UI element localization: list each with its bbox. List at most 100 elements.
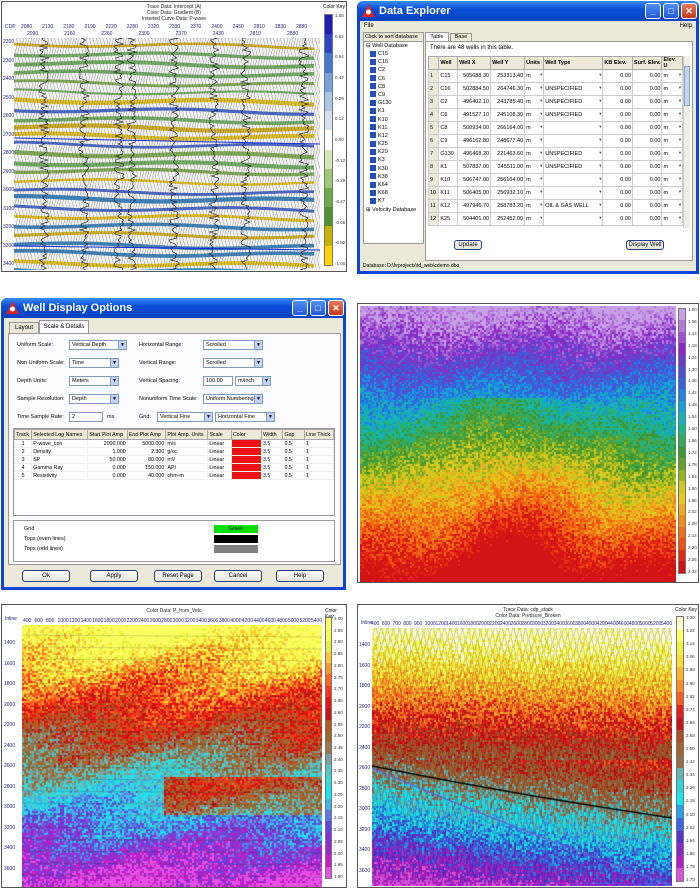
table-cell[interactable]: 2000.000: [87, 439, 128, 448]
color-swatch[interactable]: Red: [230, 455, 263, 464]
table-cell[interactable]: 0.5: [282, 455, 305, 464]
table-cell[interactable]: 80.000: [126, 455, 167, 464]
table-row[interactable]: 4 C6 491527.10 245108.30 m ▼ UNSPECIFIED ▼ 0.00 0…: [428, 108, 683, 122]
table-cell[interactable]: 0.000: [87, 463, 128, 472]
nonuniform-time-scale-select[interactable]: Uniform Numbering ▼: [203, 394, 263, 404]
reset-page-button[interactable]: Reset Page: [154, 570, 202, 582]
tab-layout[interactable]: Layout: [9, 322, 39, 333]
table-row[interactable]: 7 G130 496468.20 221463.60 m ▼ UNSPECIFIED ▼ 0.0…: [428, 147, 683, 161]
table-row[interactable]: 3 C2 496402.10 243785.40 m ▼ UNSPECIFIED ▼ 0.00 0…: [428, 95, 683, 109]
table-row[interactable]: 4 Gamma Ray 0.000 150.000 API Linear Red 3.5 0.5…: [13, 463, 335, 472]
tree-item-well[interactable]: K10: [364, 116, 423, 124]
table-cell[interactable]: API: [165, 463, 209, 472]
tree-item-well[interactable]: K12: [364, 132, 423, 140]
table-cell[interactable]: Linear: [207, 439, 232, 448]
table-cell[interactable]: Linear: [207, 447, 232, 456]
table-cell[interactable]: Linear: [207, 471, 232, 480]
tree-item-well[interactable]: C8: [364, 83, 423, 91]
table-row[interactable]: 2 C16 502884.50 264746.30 m ▼ UNSPECIFIED ▼ 0.00…: [428, 82, 683, 96]
table-row[interactable]: 2 Density 1.900 2.300 g/cc Linear Red 3.5 0.5 1: [13, 447, 335, 456]
time-sample-rate-input[interactable]: 2: [69, 412, 103, 422]
table-cell[interactable]: 2.300: [126, 447, 167, 456]
table-cell[interactable]: 150.000: [126, 463, 167, 472]
column-header[interactable]: Well X: [457, 56, 492, 70]
table-row[interactable]: 11 K12 497946.70 258783.20 m ▼ OIL & GAS WELL ▼…: [428, 199, 683, 213]
table-cell[interactable]: mV: [165, 455, 209, 464]
color-swatch[interactable]: Red: [230, 463, 263, 472]
table-row[interactable]: 3 SP 50.000 80.000 mV Linear Red 3.5 0.5 1: [13, 455, 335, 464]
table-cell[interactable]: m/s: [165, 439, 209, 448]
table-row[interactable]: 1 P-wave_con 2000.000 5000.000 m/s Linear Red 3…: [13, 439, 335, 448]
tree-item-well[interactable]: K25: [364, 140, 423, 148]
tree-item-well[interactable]: C15: [364, 50, 423, 58]
apply-button[interactable]: Apply: [90, 570, 138, 582]
tree-velocity[interactable]: ⊞ Velocity Database: [364, 206, 423, 214]
table-cell[interactable]: Resistivity: [31, 471, 89, 480]
grid-color-swatch[interactable]: [214, 535, 258, 543]
table-row[interactable]: 10 K11 506405.00 256932.10 m ▼ ▼ 0.00 0.00 m ▼: [428, 186, 683, 200]
non-uniform-scale-select[interactable]: Time ▼: [69, 358, 119, 368]
table-row[interactable]: 1 C15 505688.30 253313.40 m ▼ ▼ 0.00 0.00 m ▼: [428, 69, 683, 83]
column-header[interactable]: Well: [438, 56, 459, 70]
cancel-button[interactable]: Cancel: [214, 570, 262, 582]
depth-units-select[interactable]: Meters ▼: [69, 376, 119, 386]
table-cell[interactable]: Gamma Ray: [31, 463, 89, 472]
table-row[interactable]: 6 C9 496162.80 248677.40 m ▼ ▼ 0.00 0.00 m ▼: [428, 134, 683, 148]
color-swatch[interactable]: Red: [230, 439, 263, 448]
table-cell[interactable]: 1: [303, 463, 335, 472]
table-cell[interactable]: 1: [303, 471, 335, 480]
tree-root[interactable]: ⊟ Well Database: [364, 42, 423, 50]
update-button[interactable]: Update: [454, 240, 482, 250]
ok-button[interactable]: Ok: [22, 570, 70, 582]
minimize-button[interactable]: _: [645, 3, 661, 19]
color-swatch[interactable]: Red: [230, 471, 263, 480]
vertical-range-select[interactable]: Scrolled ▼: [203, 358, 263, 368]
table-cell[interactable]: 0.5: [282, 439, 305, 448]
table-cell[interactable]: 1: [303, 447, 335, 456]
column-header[interactable]: [428, 56, 440, 70]
vertical-spacing-input[interactable]: 100.00: [203, 376, 233, 386]
sort-label[interactable]: Click to sort database: [364, 33, 423, 42]
display-well-button[interactable]: Display Well: [626, 240, 664, 250]
tree-item-well[interactable]: K3: [364, 156, 423, 164]
column-header[interactable]: Units: [524, 56, 545, 70]
table-cell[interactable]: 5000.000: [126, 439, 167, 448]
horizontal-range-select[interactable]: Scrolled ▼: [203, 340, 263, 350]
color-swatch[interactable]: Red: [230, 447, 263, 456]
table-cell[interactable]: 1: [303, 439, 335, 448]
tree-item-well[interactable]: C16: [364, 58, 423, 66]
table-cell[interactable]: 3.5: [261, 471, 284, 480]
tree-item-well[interactable]: C6: [364, 75, 423, 83]
table-cell[interactable]: 1: [303, 455, 335, 464]
column-header[interactable]: Well Type: [543, 56, 604, 70]
table-row[interactable]: 8 K1 507837.00 245511.00 m ▼ UNSPECIFIED ▼ 0.00 0…: [428, 160, 683, 174]
tree-item-well[interactable]: G130: [364, 99, 423, 107]
tree-item-well[interactable]: K38: [364, 173, 423, 181]
title-bar[interactable]: Well Display Options _ □ ✕: [1, 298, 346, 318]
column-header[interactable]: Elev. U: [661, 56, 683, 70]
table-cell[interactable]: 0.000: [87, 471, 128, 480]
table-cell[interactable]: 2: [13, 447, 33, 456]
table-row[interactable]: 5 Resistivity 0.000 40.000 ohm-m Linear Red 3.5…: [13, 471, 335, 480]
grid-color-swatch[interactable]: Green: [214, 525, 258, 533]
vertical-scrollbar[interactable]: [683, 56, 690, 228]
table-cell[interactable]: 5: [13, 471, 33, 480]
table-row[interactable]: 5 C8 500934.00 266164.00 m ▼ ▼ 0.00 0.00 m ▼: [428, 121, 683, 135]
table-cell[interactable]: 50.000: [87, 455, 128, 464]
tree-item-well[interactable]: K68: [364, 189, 423, 197]
table-cell[interactable]: g/cc: [165, 447, 209, 456]
table-cell[interactable]: ohm-m: [165, 471, 209, 480]
tab-base-map[interactable]: Base Map: [450, 33, 472, 47]
close-button[interactable]: ✕: [328, 300, 344, 316]
tab-table-view[interactable]: Table View: [425, 32, 449, 48]
column-header[interactable]: KB Elev.: [602, 56, 633, 70]
table-cell[interactable]: 3.5: [261, 463, 284, 472]
vertical-spacing-unit-select[interactable]: m/inch ▼: [235, 376, 271, 386]
table-row[interactable]: 9 K10 506747.00 256164.00 m ▼ ▼ 0.00 0.00 m ▼: [428, 173, 683, 187]
table-cell[interactable]: P-wave_con: [31, 439, 89, 448]
tree-item-well[interactable]: K30: [364, 165, 423, 173]
table-cell[interactable]: 1.900: [87, 447, 128, 456]
table-cell[interactable]: 0.5: [282, 471, 305, 480]
table-cell[interactable]: SP: [31, 455, 89, 464]
minimize-button[interactable]: _: [292, 300, 308, 316]
